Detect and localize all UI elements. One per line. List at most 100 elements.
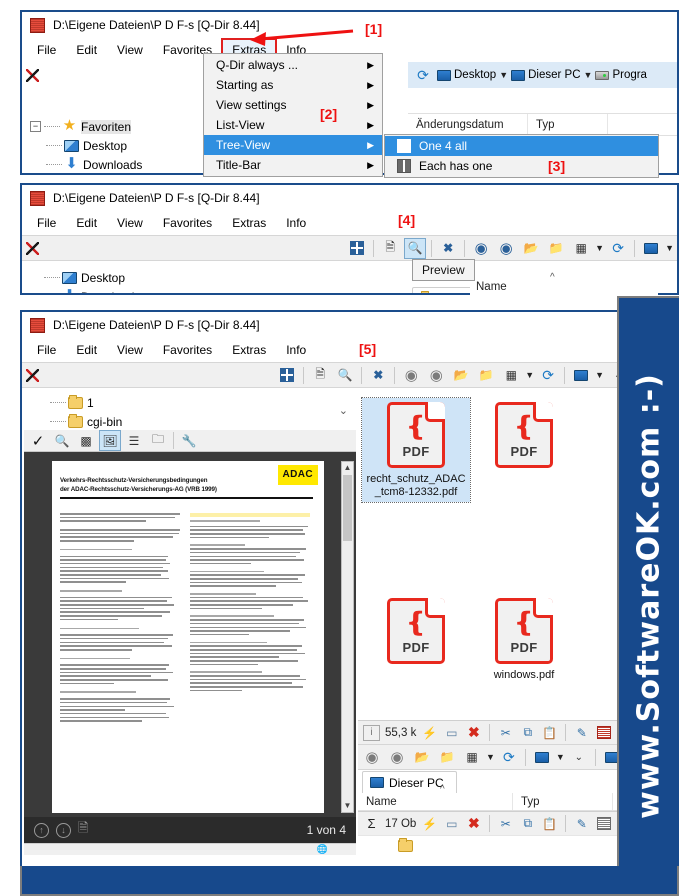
image-icon[interactable]: 🖼 bbox=[99, 430, 121, 451]
location-button[interactable] bbox=[640, 238, 662, 259]
submenu-item-each-has-one[interactable]: Each has one bbox=[385, 156, 658, 176]
filmstrip-icon[interactable]: ▩ bbox=[75, 430, 97, 451]
tree-item-downloads[interactable]: ⬇ Downloads bbox=[30, 155, 204, 173]
menu-edit[interactable]: Edit bbox=[67, 213, 106, 233]
chevron-down-icon[interactable]: ▼ bbox=[584, 70, 593, 80]
chevron-down-icon[interactable]: ▼ bbox=[499, 70, 508, 80]
menu-extras[interactable]: Extras bbox=[223, 340, 275, 360]
forward-button[interactable]: ◉ bbox=[495, 238, 517, 259]
path-item-desktop[interactable]: Desktop ▼ bbox=[437, 69, 508, 81]
menu-item-view-settings[interactable]: View settings ▶ bbox=[204, 95, 382, 115]
paste-icon[interactable]: 📋 bbox=[541, 725, 558, 741]
grid-icon[interactable] bbox=[595, 816, 612, 832]
file-item-windows[interactable]: ❴ PDF windows.pdf bbox=[470, 594, 578, 685]
menu-item-starting-as[interactable]: Starting as ▶ bbox=[204, 75, 382, 95]
menu-file[interactable]: File bbox=[28, 40, 65, 60]
check-icon[interactable]: ✓ bbox=[27, 430, 49, 451]
copy-icon[interactable]: ⧉ bbox=[519, 816, 536, 832]
four-pane-layout-button[interactable] bbox=[346, 238, 368, 259]
view-mode-button[interactable]: ▦ bbox=[461, 747, 483, 768]
expander-icon[interactable]: − bbox=[30, 293, 41, 295]
new-folder-button[interactable]: 📁 bbox=[545, 238, 567, 259]
menu-favorites[interactable]: Favorites bbox=[154, 340, 221, 360]
up-folder-button[interactable]: 📂 bbox=[520, 238, 542, 259]
expander-icon[interactable]: − bbox=[30, 121, 41, 132]
tree-item-downloads[interactable]: ⬇ Downloads bbox=[28, 287, 342, 293]
menu-edit[interactable]: Edit bbox=[67, 40, 106, 60]
path-item-programme[interactable]: Progra bbox=[595, 69, 647, 81]
chevron-down-icon[interactable]: ▼ bbox=[525, 370, 534, 380]
path-item-dieser-pc[interactable]: Dieser PC ▼ bbox=[511, 69, 592, 81]
cut-icon[interactable]: ✂ bbox=[497, 725, 514, 741]
tree-item-favoriten[interactable]: − ★ Favoriten bbox=[30, 117, 204, 136]
rename-icon[interactable]: ▭ bbox=[443, 725, 460, 741]
scrollbar-up-arrow[interactable]: ▲ bbox=[342, 462, 353, 474]
column-header-name[interactable]: Name bbox=[358, 793, 513, 810]
info-icon[interactable]: i bbox=[363, 724, 380, 741]
pdf-preview-area[interactable]: ADAC Verkehrs-Rechtsschutz-Versicherungs… bbox=[24, 452, 356, 817]
tree-scroll-down-icon[interactable]: ⌄ bbox=[339, 404, 348, 417]
menu-item-title-bar[interactable]: Title-Bar ▶ bbox=[204, 155, 382, 175]
chevron-down-icon[interactable]: ▼ bbox=[556, 752, 565, 762]
menu-view[interactable]: View bbox=[108, 40, 152, 60]
column-header-typ[interactable]: Typ bbox=[513, 793, 613, 810]
refresh-view-button[interactable]: 🗎 bbox=[379, 238, 401, 259]
file-item-3[interactable]: ❴ PDF bbox=[362, 594, 470, 685]
delete-icon[interactable]: ✖ bbox=[465, 815, 482, 832]
cut-icon[interactable]: ✂ bbox=[497, 816, 514, 832]
preview-toggle-button[interactable]: 🔍 bbox=[334, 365, 356, 386]
tree-item-1[interactable]: 1 bbox=[30, 393, 356, 412]
scrollbar-down-arrow[interactable]: ▼ bbox=[342, 800, 353, 812]
up-folder-button[interactable]: 📂 bbox=[411, 747, 433, 768]
extras-dropdown-menu[interactable]: Q-Dir always ... ▶ Starting as ▶ View se… bbox=[203, 53, 383, 177]
submenu-item-one-4-all[interactable]: One 4 all bbox=[385, 136, 658, 156]
page-up-icon[interactable]: ↑ bbox=[34, 822, 49, 838]
menu-item-tree-view[interactable]: Tree-View ▶ bbox=[204, 135, 382, 155]
menu-file[interactable]: File bbox=[28, 340, 65, 360]
zoom-icon[interactable]: 🔍 bbox=[51, 430, 73, 451]
grid-icon[interactable] bbox=[595, 725, 612, 741]
tools-icon[interactable]: 🔧 bbox=[178, 430, 200, 451]
column-header-typ[interactable]: Typ bbox=[528, 114, 608, 135]
menu-file[interactable]: File bbox=[28, 213, 65, 233]
scrollbar-thumb[interactable] bbox=[343, 475, 352, 541]
pdf-preview-scrollbar[interactable]: ▲ ▼ bbox=[341, 461, 354, 813]
refresh-button[interactable]: ⟳ bbox=[412, 65, 434, 86]
chevron-down-icon[interactable]: ▼ bbox=[595, 370, 604, 380]
chevron-down-icon[interactable]: ▼ bbox=[665, 243, 674, 253]
chevron-down-icon[interactable]: ▼ bbox=[595, 243, 604, 253]
refresh-button[interactable]: ⟳ bbox=[498, 747, 520, 768]
menu-info[interactable]: Info bbox=[277, 340, 315, 360]
menu-item-qdir-always[interactable]: Q-Dir always ... ▶ bbox=[204, 55, 382, 75]
chevron-down-icon[interactable]: ▼ bbox=[486, 752, 495, 762]
tree-item-cgi-bin[interactable]: cgi-bin bbox=[30, 412, 356, 430]
tree-item-schnellzugriff[interactable]: − ✦ Schnellzugriff bbox=[30, 174, 204, 175]
back-button[interactable]: ◉ bbox=[400, 365, 422, 386]
menu-favorites[interactable]: Favorites bbox=[154, 213, 221, 233]
lightning-icon[interactable]: ⚡ bbox=[421, 725, 438, 741]
tree-item-desktop[interactable]: Desktop bbox=[30, 136, 204, 155]
details-icon[interactable]: ☰ bbox=[123, 430, 145, 451]
column-header-aenderungsdatum[interactable]: Änderungsdatum bbox=[408, 114, 528, 135]
menu-item-list-view[interactable]: List-View ▶ bbox=[204, 115, 382, 135]
menu-edit[interactable]: Edit bbox=[67, 340, 106, 360]
lightning-icon[interactable]: ⚡ bbox=[421, 816, 438, 832]
location-button[interactable] bbox=[531, 747, 553, 768]
four-pane-layout-button[interactable] bbox=[276, 365, 298, 386]
preview-toggle-button[interactable]: 🔍 bbox=[404, 237, 427, 259]
expand-more-button[interactable]: ⌄ bbox=[568, 747, 590, 768]
close-pane-button[interactable]: ✖ bbox=[367, 365, 389, 386]
tree-panel-1[interactable]: − ★ Favoriten Desktop ⬇ Downloads − ✦ Sc… bbox=[24, 114, 204, 175]
page-down-icon[interactable]: ↓ bbox=[56, 822, 71, 838]
menu-view[interactable]: View bbox=[108, 340, 152, 360]
view-mode-button[interactable]: ▦ bbox=[500, 365, 522, 386]
edit-icon[interactable]: ✎ bbox=[573, 816, 590, 832]
delete-icon[interactable]: ✖ bbox=[465, 724, 482, 741]
refresh-view-button[interactable]: 🗎 bbox=[309, 365, 331, 386]
new-folder-button[interactable]: 📁 bbox=[436, 747, 458, 768]
refresh-button[interactable]: ⟳ bbox=[607, 238, 629, 259]
file-item-recht-schutz[interactable]: ❴ PDF recht_schutz_ADAC_tcm8-12332.pdf bbox=[361, 397, 471, 503]
tree-item-desktop[interactable]: Desktop bbox=[28, 268, 342, 287]
back-button[interactable]: ◉ bbox=[470, 238, 492, 259]
copy-icon[interactable]: ⧉ bbox=[519, 725, 536, 741]
